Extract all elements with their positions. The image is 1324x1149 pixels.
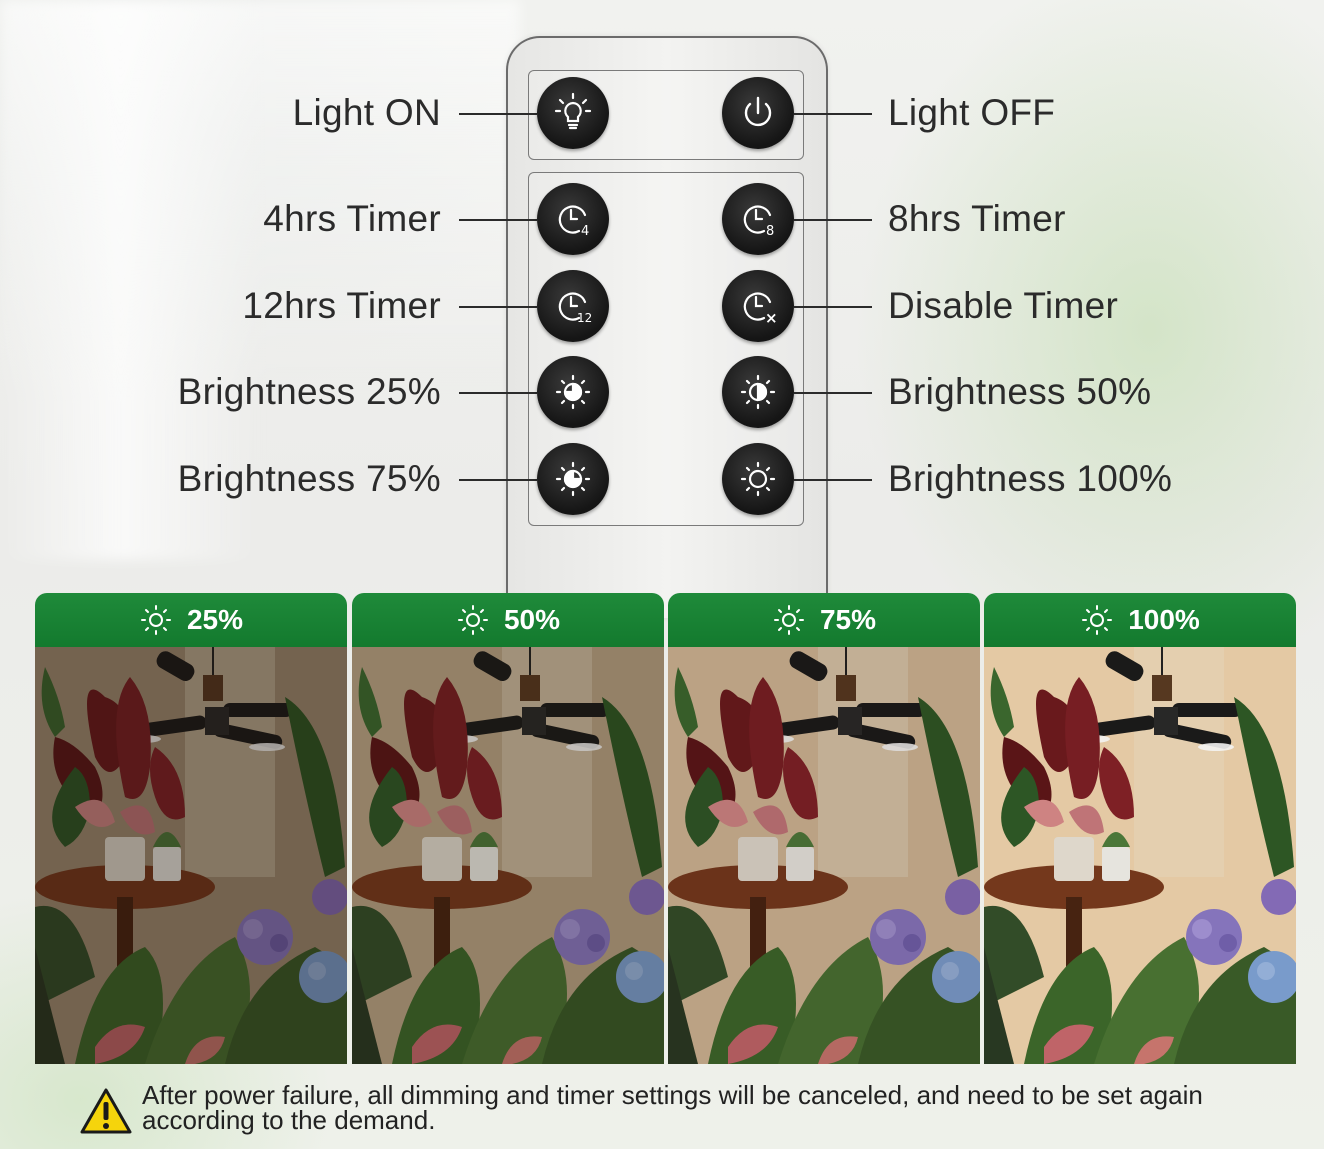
plant-grow-light-photo: [668, 647, 980, 1064]
sun-icon: [773, 605, 804, 635]
brightness-card-label: 75%: [819, 604, 877, 635]
label-brightness-50: Brightness 50%: [888, 371, 1152, 412]
label-4hrs-timer: 4hrs Timer: [263, 198, 441, 239]
label-8hrs-timer: 8hrs Timer: [888, 198, 1066, 239]
brightness-75-button[interactable]: [537, 443, 609, 515]
brightness-card-100: 100%: [984, 593, 1296, 1064]
connector-line: [459, 113, 537, 115]
brightness-card-header: 50%: [352, 593, 664, 647]
sun-icon: [457, 605, 488, 635]
clock-icon: 12: [558, 292, 592, 325]
clock-icon: 4: [558, 205, 589, 239]
connector-line: [794, 479, 872, 481]
label-brightness-75: Brightness 75%: [177, 458, 441, 499]
bulb-icon: [554, 92, 592, 130]
brightness-icon: [555, 374, 591, 410]
connector-line: [459, 392, 537, 394]
timer-12hrs-button[interactable]: 12: [537, 270, 609, 342]
plant-grow-light-photo: [984, 647, 1296, 1064]
clock-icon: ×: [743, 292, 778, 327]
svg-text:12: 12: [577, 311, 592, 325]
brightness-100-button[interactable]: [722, 443, 794, 515]
brightness-25-button[interactable]: [537, 356, 609, 428]
brightness-card-header: 75%: [668, 593, 980, 647]
warning-icon: [80, 1088, 132, 1134]
brightness-card-25: 25%: [35, 593, 347, 1064]
brightness-card-label: 100%: [1128, 604, 1200, 635]
brightness-50-button[interactable]: [722, 356, 794, 428]
plant-grow-light-photo: [35, 647, 347, 1064]
svg-text:4: 4: [581, 224, 589, 239]
label-light-on: Light ON: [292, 92, 441, 133]
sun-icon: [140, 605, 171, 635]
plant-grow-light-photo: [352, 647, 664, 1064]
power-icon: [744, 96, 772, 127]
brightness-card-label: 50%: [503, 604, 561, 635]
label-12hrs-timer: 12hrs Timer: [242, 285, 441, 326]
brightness-icon: [555, 461, 591, 497]
light-off-button[interactable]: [722, 77, 794, 149]
brightness-card-header: 25%: [35, 593, 347, 647]
brightness-icon: [740, 461, 776, 497]
brightness-card-label: 25%: [186, 604, 244, 635]
brightness-icon: [740, 374, 776, 410]
disable-timer-button[interactable]: ×: [722, 270, 794, 342]
brightness-card-header: 100%: [984, 593, 1296, 647]
label-disable-timer: Disable Timer: [888, 285, 1119, 326]
power-failure-notice: After power failure, all dimming and tim…: [80, 1080, 1260, 1143]
label-light-off: Light OFF: [888, 92, 1056, 133]
connector-line: [459, 479, 537, 481]
timer-8hrs-button[interactable]: 8: [722, 183, 794, 255]
sun-icon: [1082, 605, 1113, 635]
connector-line: [794, 306, 872, 308]
notice-text: After power failure, all dimming and tim…: [142, 1080, 1203, 1135]
clock-icon: 8: [743, 205, 774, 239]
connector-line: [459, 306, 537, 308]
svg-text:8: 8: [766, 224, 774, 239]
timer-4hrs-button[interactable]: 4: [537, 183, 609, 255]
light-on-button[interactable]: [537, 77, 609, 149]
connector-line: [794, 113, 872, 115]
label-brightness-100: Brightness 100%: [888, 458, 1173, 499]
svg-text:×: ×: [765, 309, 778, 327]
connector-line: [794, 219, 872, 221]
connector-line: [794, 392, 872, 394]
brightness-card-50: 50%: [352, 593, 664, 1064]
brightness-card-75: 75%: [668, 593, 980, 1064]
connector-line: [459, 219, 537, 221]
label-brightness-25: Brightness 25%: [177, 371, 441, 412]
